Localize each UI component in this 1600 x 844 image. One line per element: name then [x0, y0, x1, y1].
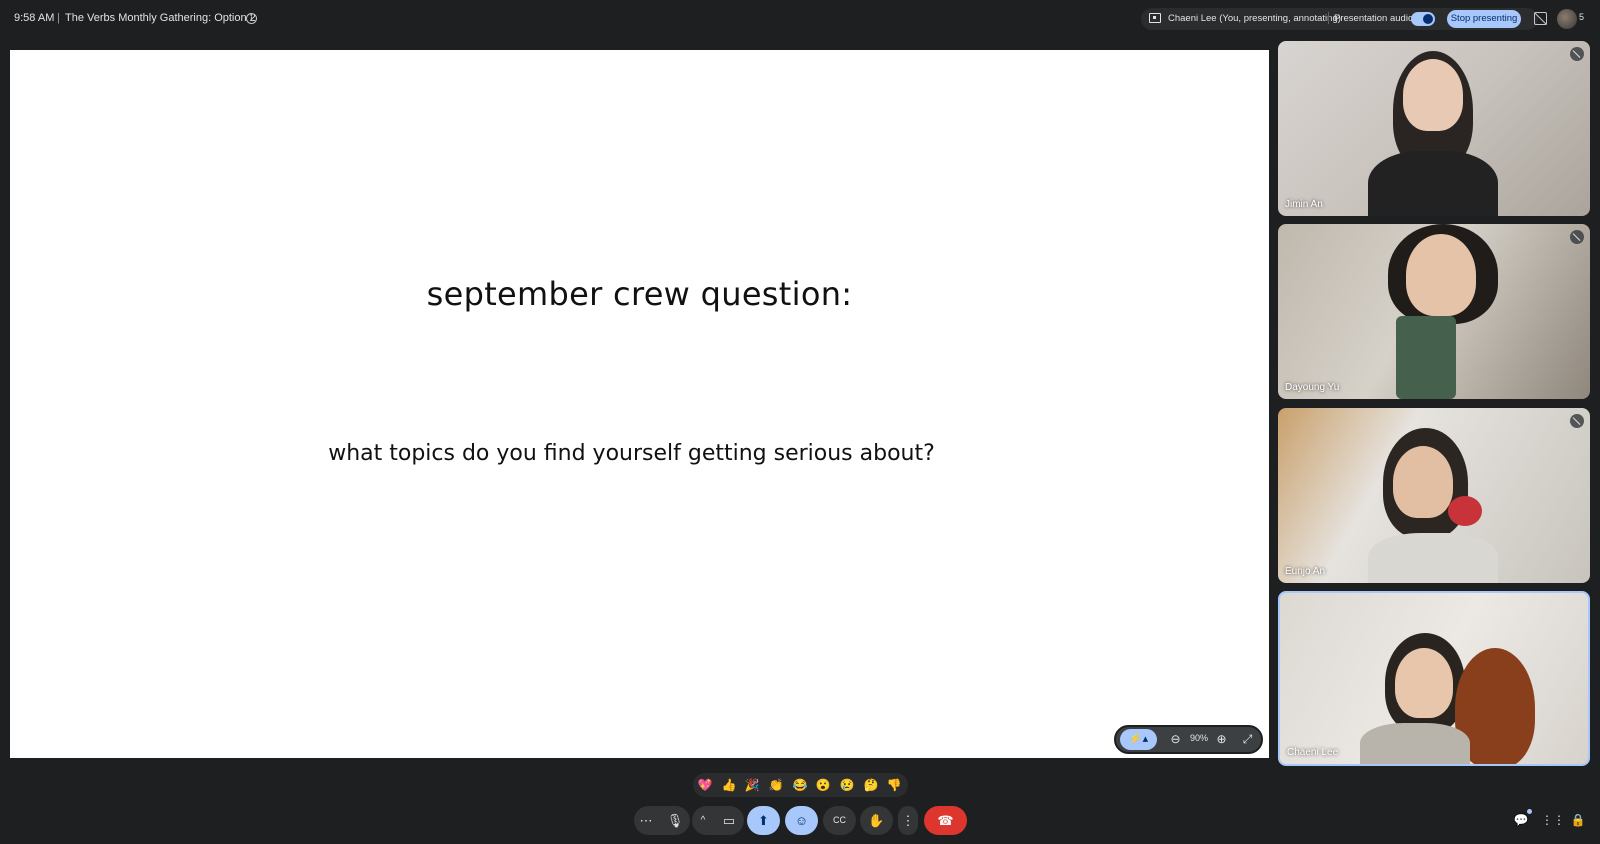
participant-tile[interactable]: Eunjo An — [1278, 408, 1590, 583]
sad-reaction[interactable]: 😢 — [837, 776, 857, 794]
meeting-title: The Verbs Monthly Gathering: Option 2 — [65, 12, 256, 24]
participant-face — [1395, 648, 1453, 718]
captions-button[interactable]: CC — [823, 806, 856, 835]
zoom-level: 90% — [1189, 733, 1208, 743]
participant-tile-self[interactable]: Chaeni Lee — [1278, 591, 1590, 766]
video-options-caret[interactable]: ^ — [692, 806, 714, 835]
raise-hand-button[interactable]: ✋ — [860, 806, 893, 835]
stop-presenting-button[interactable]: Stop presenting — [1447, 10, 1521, 28]
presentation-audio-label: Presentation audio — [1334, 13, 1414, 24]
info-icon[interactable]: i — [246, 13, 257, 24]
presentation-audio-toggle[interactable] — [1411, 12, 1435, 26]
more-options-button[interactable]: ⋮ — [898, 806, 918, 835]
zoom-out-icon[interactable]: ⊖ — [1165, 729, 1186, 750]
activities-grid-icon[interactable]: ⋮⋮ — [1541, 812, 1565, 828]
title-separator: | — [57, 12, 60, 24]
laugh-reaction[interactable]: 😂 — [790, 776, 810, 794]
coffee-cup — [1396, 316, 1456, 399]
slide-question: what topics do you find yourself getting… — [328, 441, 935, 466]
top-bar: 9:58 AM | The Verbs Monthly Gathering: O… — [0, 0, 1600, 40]
clock-time: 9:58 AM — [14, 12, 55, 24]
leave-call-button[interactable]: ☎ — [924, 806, 967, 835]
thumbs-down-reaction[interactable]: 👎 — [884, 776, 904, 794]
thinking-reaction[interactable]: 🤔 — [861, 776, 881, 794]
host-controls-lock-icon[interactable]: 🔒 — [1570, 812, 1586, 828]
fullscreen-icon[interactable]: ⤢ — [1237, 729, 1258, 750]
mic-off-icon — [1570, 230, 1584, 244]
red-object — [1448, 496, 1482, 526]
present-screen-icon — [1149, 13, 1161, 23]
zoom-in-icon[interactable]: ⊕ — [1211, 729, 1232, 750]
party-reaction[interactable]: 🎉 — [742, 776, 762, 794]
participant-body — [1360, 723, 1470, 764]
surprised-reaction[interactable]: 😮 — [813, 776, 833, 794]
chat-icon[interactable]: 💬 — [1513, 812, 1529, 828]
chat-notification-dot — [1527, 809, 1532, 814]
participant-name: Dayoung Yu — [1285, 382, 1340, 393]
clap-reaction[interactable]: 👏 — [766, 776, 786, 794]
camera-button[interactable]: ▭ — [714, 806, 744, 835]
participant-face — [1403, 59, 1463, 131]
participant-face — [1393, 446, 1453, 518]
present-now-button[interactable]: ⬆ — [747, 806, 780, 835]
hide-self-view-icon[interactable] — [1534, 12, 1547, 25]
participant-face — [1406, 234, 1476, 316]
thumbs-up-reaction[interactable]: 👍 — [719, 776, 739, 794]
mic-off-icon — [1570, 47, 1584, 61]
slide-title: september crew question: — [426, 275, 853, 313]
mic-off-icon — [1570, 414, 1584, 428]
participant-tile[interactable]: Jimin An — [1278, 41, 1590, 216]
toggle-knob — [1423, 14, 1433, 24]
heart-reaction[interactable]: 💖 — [695, 776, 715, 794]
annotate-button[interactable]: ⚡▴ — [1120, 729, 1157, 750]
presented-slide: september crew question: what topics do … — [10, 50, 1269, 758]
presenting-status-label: Chaeni Lee (You, presenting, annotating) — [1168, 13, 1341, 24]
participant-body — [1368, 151, 1498, 216]
audio-more-button[interactable]: ⋯ — [634, 806, 658, 835]
participant-body — [1368, 533, 1498, 583]
participant-count: 5 — [1579, 12, 1585, 22]
participant-name: Eunjo An — [1285, 566, 1326, 577]
send-reaction-button[interactable]: ☺ — [785, 806, 818, 835]
participant-name: Jimin An — [1285, 199, 1323, 210]
participant-tile[interactable]: Dayoung Yu — [1278, 224, 1590, 399]
microphone-button[interactable]: 🎙 — [660, 806, 690, 835]
presenting-bar-divider — [1328, 12, 1329, 24]
participants-avatar-stack[interactable] — [1557, 9, 1577, 29]
participant-name: Chaeni Lee — [1287, 747, 1339, 758]
